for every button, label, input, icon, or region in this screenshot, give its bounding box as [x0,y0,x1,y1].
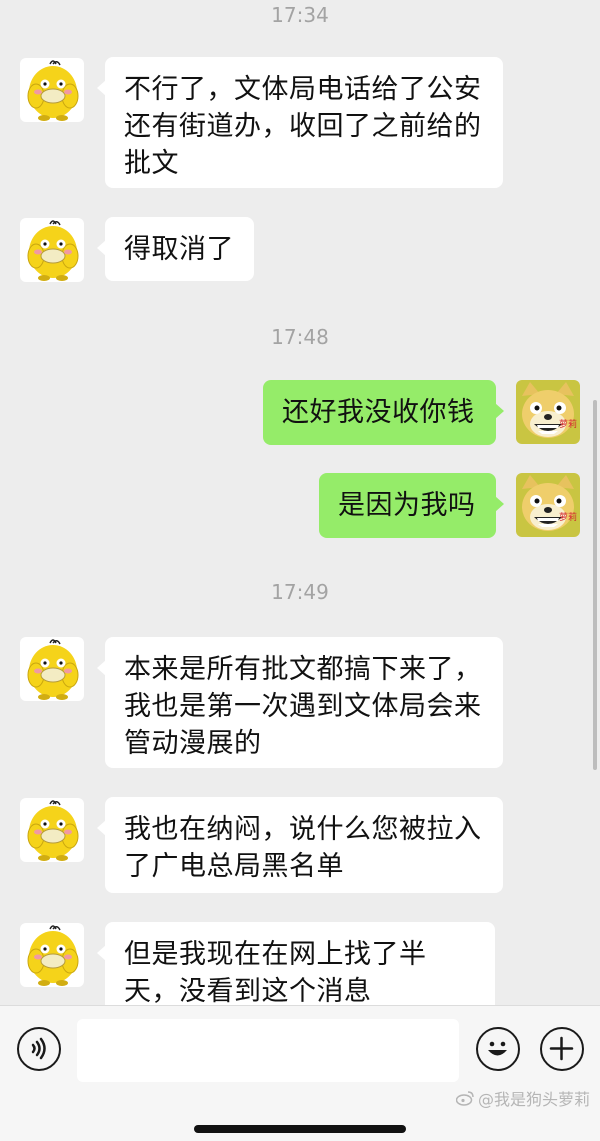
shiba-dog-icon [516,473,580,537]
self-avatar[interactable]: 萝莉 [516,380,580,444]
contact-avatar[interactable] [20,637,84,701]
voice-icon [31,1037,46,1060]
outgoing-message[interactable]: 还好我没收你钱 [263,380,504,445]
more-button[interactable] [540,1027,584,1071]
contact-avatar[interactable] [20,58,84,122]
avatar-badge: 萝莉 [558,420,577,430]
scrollbar[interactable] [593,400,597,770]
emoji-icon [488,1041,507,1056]
shiba-dog-icon [516,380,580,444]
avatar-badge: 萝莉 [558,513,577,523]
yellow-duck-icon [20,218,84,282]
outgoing-message[interactable]: 是因为我吗 [319,473,504,538]
weibo-icon [455,1091,474,1106]
yellow-duck-icon [20,58,84,122]
voice-button[interactable] [17,1027,61,1071]
timestamp: 17:34 [271,3,329,27]
yellow-duck-icon [20,637,84,701]
message-input[interactable] [77,1019,459,1082]
watermark-text: @我是狗头萝莉 [477,1090,590,1109]
contact-avatar[interactable] [20,218,84,282]
input-bar [0,1005,600,1141]
incoming-message[interactable]: 得取消了 [97,217,254,281]
self-avatar[interactable]: 萝莉 [516,473,580,537]
emoji-button[interactable] [476,1027,520,1071]
timestamp: 17:49 [271,580,329,604]
contact-avatar[interactable] [20,798,84,862]
yellow-duck-icon [20,923,84,987]
contact-avatar[interactable] [20,923,84,987]
home-indicator[interactable] [194,1125,406,1133]
incoming-message[interactable]: 但是我现在在网上找了半天，没看到这个消息 [97,922,495,1005]
plus-icon [549,1036,574,1061]
watermark: @我是狗头萝莉 [455,1086,590,1110]
chat-area[interactable]: 17:34 不行了，文体局电话给了公安还有街道办，收回了之前给的批文 得取消了 … [0,0,600,1005]
yellow-duck-icon [20,798,84,862]
timestamp: 17:48 [271,325,329,349]
incoming-message[interactable]: 不行了，文体局电话给了公安还有街道办，收回了之前给的批文 [97,57,503,188]
incoming-message[interactable]: 本来是所有批文都搞下来了，我也是第一次遇到文体局会来管动漫展的 [97,637,503,768]
incoming-message[interactable]: 我也在纳闷，说什么您被拉入了广电总局黑名单 [97,797,503,893]
